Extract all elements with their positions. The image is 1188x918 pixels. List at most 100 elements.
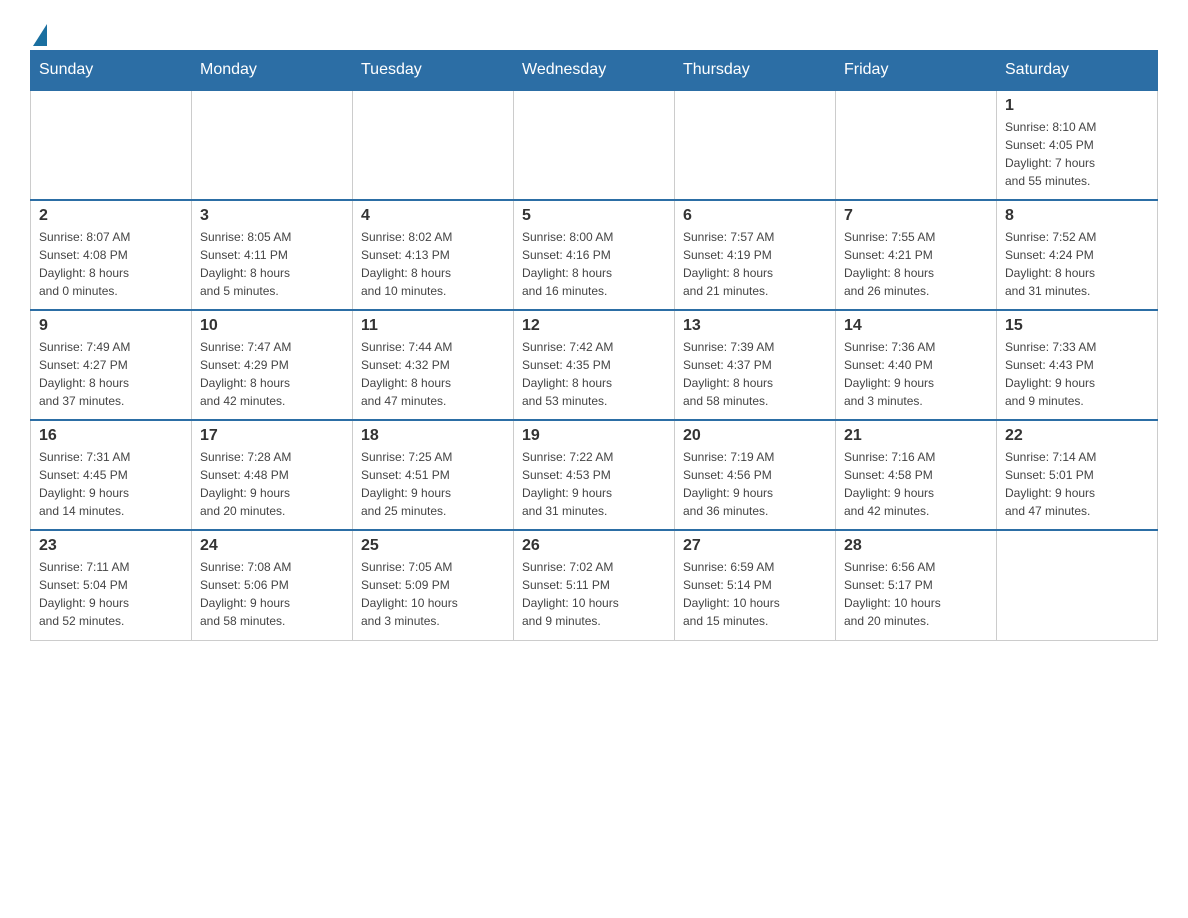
week-row-1: 1 Sunrise: 8:10 AMSunset: 4:05 PMDaylight… [31,90,1158,200]
day-info: Sunrise: 7:25 AMSunset: 4:51 PMDaylight:… [361,448,505,520]
day-number: 4 [361,207,505,225]
calendar-cell: 1 Sunrise: 8:10 AMSunset: 4:05 PMDaylight… [997,90,1158,200]
day-number: 24 [200,537,344,555]
weekday-header-wednesday: Wednesday [514,51,675,91]
calendar-cell: 6 Sunrise: 7:57 AMSunset: 4:19 PMDaylight… [675,200,836,310]
day-info: Sunrise: 7:57 AMSunset: 4:19 PMDaylight:… [683,228,827,300]
weekday-header-thursday: Thursday [675,51,836,91]
day-info: Sunrise: 7:05 AMSunset: 5:09 PMDaylight:… [361,558,505,630]
day-number: 17 [200,427,344,445]
day-number: 6 [683,207,827,225]
calendar-cell: 13Sunrise: 7:39 AMSunset: 4:37 PMDayligh… [675,310,836,420]
day-info: Sunrise: 6:56 AMSunset: 5:17 PMDaylight:… [844,558,988,630]
day-number: 18 [361,427,505,445]
day-number: 26 [522,537,666,555]
calendar-header-row: SundayMondayTuesdayWednesdayThursdayFrid… [31,51,1158,91]
week-row-4: 16 Sunrise: 7:31 AMSunset: 4:45 PMDayligh… [31,420,1158,530]
calendar-cell: 7 Sunrise: 7:55 AMSunset: 4:21 PMDaylight… [836,200,997,310]
day-number: 22 [1005,427,1149,445]
day-info: Sunrise: 7:42 AMSunset: 4:35 PMDaylight:… [522,338,666,410]
calendar-cell: 4 Sunrise: 8:02 AMSunset: 4:13 PMDaylight… [353,200,514,310]
calendar-cell: 2 Sunrise: 8:07 AMSunset: 4:08 PMDaylight… [31,200,192,310]
day-number: 19 [522,427,666,445]
calendar-cell: 24 Sunrise: 7:08 AMSunset: 5:06 PMDayligh… [192,530,353,640]
day-info: Sunrise: 7:52 AMSunset: 4:24 PMDaylight:… [1005,228,1149,300]
calendar-cell: 16 Sunrise: 7:31 AMSunset: 4:45 PMDayligh… [31,420,192,530]
calendar-table: SundayMondayTuesdayWednesdayThursdayFrid… [30,50,1158,641]
calendar-cell [675,90,836,200]
day-number: 28 [844,537,988,555]
day-number: 8 [1005,207,1149,225]
day-number: 7 [844,207,988,225]
calendar-cell: 26 Sunrise: 7:02 AMSunset: 5:11 PMDayligh… [514,530,675,640]
day-info: Sunrise: 7:19 AMSunset: 4:56 PMDaylight:… [683,448,827,520]
day-info: Sunrise: 7:49 AMSunset: 4:27 PMDaylight:… [39,338,183,410]
day-info: Sunrise: 7:02 AMSunset: 5:11 PMDaylight:… [522,558,666,630]
day-number: 27 [683,537,827,555]
day-number: 14 [844,317,988,335]
day-number: 2 [39,207,183,225]
calendar-cell [31,90,192,200]
calendar-cell: 19Sunrise: 7:22 AMSunset: 4:53 PMDayligh… [514,420,675,530]
day-info: Sunrise: 8:07 AMSunset: 4:08 PMDaylight:… [39,228,183,300]
page-header [30,20,1158,40]
day-info: Sunrise: 7:39 AMSunset: 4:37 PMDaylight:… [683,338,827,410]
calendar-cell: 8 Sunrise: 7:52 AMSunset: 4:24 PMDaylight… [997,200,1158,310]
logo-triangle-icon [33,24,47,46]
day-info: Sunrise: 7:14 AMSunset: 5:01 PMDaylight:… [1005,448,1149,520]
day-number: 1 [1005,97,1149,115]
day-info: Sunrise: 7:33 AMSunset: 4:43 PMDaylight:… [1005,338,1149,410]
day-number: 9 [39,317,183,335]
calendar-cell [836,90,997,200]
logo [30,20,47,40]
week-row-5: 23 Sunrise: 7:11 AMSunset: 5:04 PMDayligh… [31,530,1158,640]
calendar-cell [514,90,675,200]
calendar-cell: 9 Sunrise: 7:49 AMSunset: 4:27 PMDaylight… [31,310,192,420]
weekday-header-saturday: Saturday [997,51,1158,91]
day-number: 25 [361,537,505,555]
day-info: Sunrise: 7:28 AMSunset: 4:48 PMDaylight:… [200,448,344,520]
calendar-cell: 27 Sunrise: 6:59 AMSunset: 5:14 PMDayligh… [675,530,836,640]
day-number: 11 [361,317,505,335]
day-info: Sunrise: 8:05 AMSunset: 4:11 PMDaylight:… [200,228,344,300]
day-info: Sunrise: 8:10 AMSunset: 4:05 PMDaylight:… [1005,118,1149,190]
calendar-cell: 5Sunrise: 8:00 AMSunset: 4:16 PMDaylight… [514,200,675,310]
day-number: 10 [200,317,344,335]
day-number: 15 [1005,317,1149,335]
weekday-header-friday: Friday [836,51,997,91]
day-number: 20 [683,427,827,445]
calendar-cell [192,90,353,200]
calendar-cell: 18 Sunrise: 7:25 AMSunset: 4:51 PMDayligh… [353,420,514,530]
calendar-cell: 12Sunrise: 7:42 AMSunset: 4:35 PMDayligh… [514,310,675,420]
calendar-cell: 11 Sunrise: 7:44 AMSunset: 4:32 PMDayligh… [353,310,514,420]
calendar-cell: 25 Sunrise: 7:05 AMSunset: 5:09 PMDayligh… [353,530,514,640]
week-row-2: 2 Sunrise: 8:07 AMSunset: 4:08 PMDaylight… [31,200,1158,310]
calendar-cell: 14 Sunrise: 7:36 AMSunset: 4:40 PMDayligh… [836,310,997,420]
day-info: Sunrise: 7:31 AMSunset: 4:45 PMDaylight:… [39,448,183,520]
day-info: Sunrise: 7:55 AMSunset: 4:21 PMDaylight:… [844,228,988,300]
day-info: Sunrise: 7:16 AMSunset: 4:58 PMDaylight:… [844,448,988,520]
calendar-cell: 21Sunrise: 7:16 AMSunset: 4:58 PMDayligh… [836,420,997,530]
calendar-cell: 3 Sunrise: 8:05 AMSunset: 4:11 PMDaylight… [192,200,353,310]
day-number: 16 [39,427,183,445]
day-info: Sunrise: 7:36 AMSunset: 4:40 PMDaylight:… [844,338,988,410]
calendar-cell [353,90,514,200]
calendar-cell: 23 Sunrise: 7:11 AMSunset: 5:04 PMDayligh… [31,530,192,640]
weekday-header-sunday: Sunday [31,51,192,91]
weekday-header-tuesday: Tuesday [353,51,514,91]
calendar-cell: 10 Sunrise: 7:47 AMSunset: 4:29 PMDayligh… [192,310,353,420]
day-info: Sunrise: 7:11 AMSunset: 5:04 PMDaylight:… [39,558,183,630]
day-info: Sunrise: 7:08 AMSunset: 5:06 PMDaylight:… [200,558,344,630]
day-info: Sunrise: 6:59 AMSunset: 5:14 PMDaylight:… [683,558,827,630]
day-number: 3 [200,207,344,225]
day-info: Sunrise: 8:02 AMSunset: 4:13 PMDaylight:… [361,228,505,300]
calendar-cell [997,530,1158,640]
week-row-3: 9 Sunrise: 7:49 AMSunset: 4:27 PMDaylight… [31,310,1158,420]
day-number: 23 [39,537,183,555]
calendar-cell: 22 Sunrise: 7:14 AMSunset: 5:01 PMDayligh… [997,420,1158,530]
calendar-cell: 28 Sunrise: 6:56 AMSunset: 5:17 PMDayligh… [836,530,997,640]
day-info: Sunrise: 7:47 AMSunset: 4:29 PMDaylight:… [200,338,344,410]
day-info: Sunrise: 7:44 AMSunset: 4:32 PMDaylight:… [361,338,505,410]
weekday-header-monday: Monday [192,51,353,91]
day-number: 5 [522,207,666,225]
